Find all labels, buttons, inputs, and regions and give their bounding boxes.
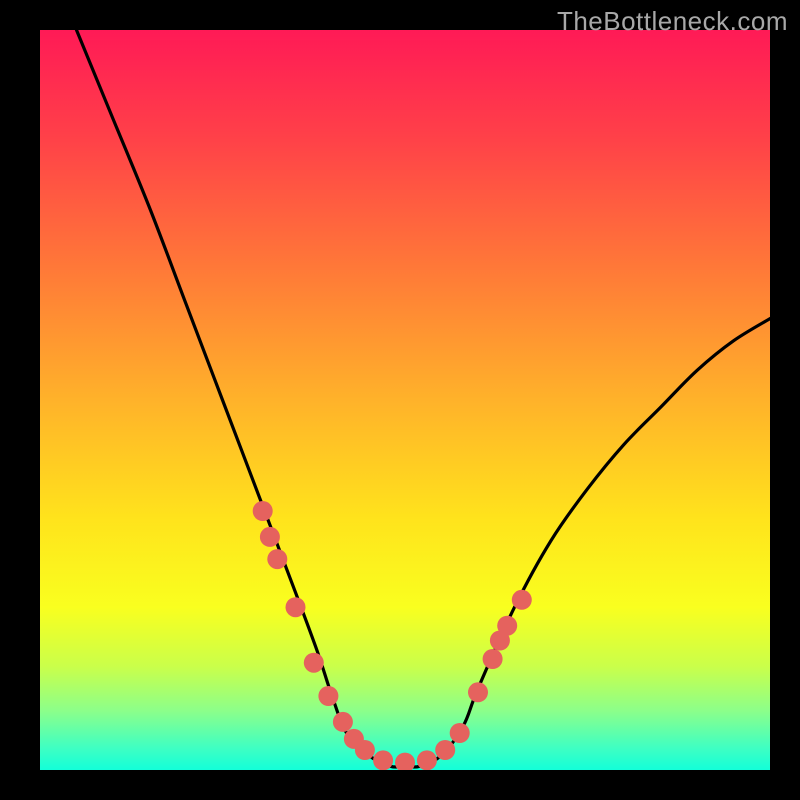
data-marker [450,723,470,743]
data-marker [395,753,415,770]
plot-area [40,30,770,770]
data-marker [483,649,503,669]
bottleneck-curve [77,30,771,767]
data-marker [417,750,437,770]
data-marker [333,712,353,732]
data-marker [468,682,488,702]
data-marker [435,740,455,760]
data-marker [497,616,517,636]
data-marker [286,597,306,617]
data-marker [355,740,375,760]
data-marker [260,527,280,547]
data-marker [512,590,532,610]
watermark-text: TheBottleneck.com [557,6,788,37]
data-marker [304,653,324,673]
chart-frame: TheBottleneck.com [0,0,800,800]
data-marker [253,501,273,521]
curve-layer [40,30,770,770]
data-marker [373,750,393,770]
data-marker [318,686,338,706]
data-marker [267,549,287,569]
